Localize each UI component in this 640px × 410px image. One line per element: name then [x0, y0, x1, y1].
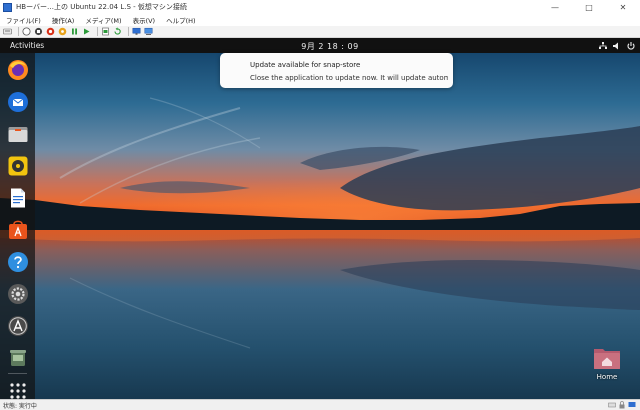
revert-button[interactable]	[113, 27, 122, 36]
checkpoint-icon	[102, 27, 109, 36]
activities-button[interactable]: Activities	[10, 41, 44, 50]
guest-screen[interactable]: Activities 9月 2 18 : 09 Update available…	[0, 38, 640, 399]
power-on-icon	[22, 27, 31, 36]
dock-item-firefox[interactable]	[6, 58, 29, 81]
shut-down-button[interactable]	[46, 27, 55, 36]
pause-button[interactable]	[70, 27, 79, 36]
dock-item-settings[interactable]	[6, 282, 29, 305]
revert-icon	[114, 27, 121, 35]
minimize-button[interactable]: —	[538, 0, 572, 14]
ubuntu-dock	[0, 53, 35, 399]
start-button[interactable]	[22, 27, 31, 36]
status-text: 状態: 実行中	[3, 403, 37, 410]
save-state-icon	[58, 27, 67, 36]
notification-title: Update available for snap-store	[250, 61, 361, 69]
dock-item-libreoffice-writer[interactable]	[6, 186, 29, 209]
keyboard-icon	[3, 28, 12, 35]
stop-icon	[34, 27, 43, 36]
show-apps-icon	[9, 382, 26, 399]
toolbar-separator	[97, 27, 98, 36]
share-monitor-icon	[144, 27, 153, 35]
host-window-title: HBーバー…上の Ubuntu 22.04 L.S - 仮想マシン接続	[16, 3, 187, 11]
libreoffice-writer-icon	[10, 188, 25, 207]
close-button[interactable]: ✕	[606, 0, 640, 14]
vm-connection-icon	[3, 2, 12, 12]
dock-item-software-updater[interactable]	[6, 314, 29, 337]
menu-view[interactable]: 表示(V)	[133, 15, 156, 25]
shutdown-icon	[46, 27, 55, 36]
status-icons	[606, 401, 636, 409]
notification-body: Close the application to update now. It …	[250, 74, 448, 82]
desktop-wallpaper[interactable]	[0, 38, 640, 399]
volume-icon[interactable]	[611, 40, 622, 51]
dock-item-help[interactable]	[6, 250, 29, 273]
maximize-button[interactable]: □	[572, 0, 606, 14]
system-tray[interactable]	[594, 40, 636, 51]
host-menubar: ファイル(F) 操作(A) メディア(M) 表示(V) ヘルプ(H)	[0, 14, 640, 26]
network-icon[interactable]	[597, 40, 608, 51]
reset-button[interactable]	[82, 27, 91, 36]
menu-media[interactable]: メディア(M)	[85, 15, 121, 25]
host-statusbar: 状態: 実行中	[0, 399, 640, 410]
monitor-icon	[132, 27, 141, 35]
ubuntu-software-icon	[8, 220, 27, 239]
play-icon	[84, 28, 90, 35]
enhanced-session-button[interactable]	[132, 27, 141, 36]
help-icon	[7, 251, 28, 272]
menu-file[interactable]: ファイル(F)	[6, 15, 41, 25]
host-titlebar: HBーバー…上の Ubuntu 22.04 L.S - 仮想マシン接続 — □ …	[0, 0, 640, 14]
desktop-home-folder[interactable]	[593, 346, 621, 370]
ctrl-alt-del-button[interactable]	[3, 27, 12, 36]
share-button[interactable]	[144, 27, 153, 36]
power-icon[interactable]	[625, 40, 636, 51]
firefox-icon	[7, 59, 28, 80]
checkpoint-button[interactable]	[101, 27, 110, 36]
toolbar-separator	[128, 27, 129, 36]
toolbar-separator	[18, 27, 19, 36]
display-status-icon	[628, 401, 636, 409]
dock-separator	[8, 373, 27, 374]
files-icon	[8, 126, 27, 142]
trash-icon	[9, 349, 26, 366]
dock-item-rhythmbox[interactable]	[6, 154, 29, 177]
settings-icon	[7, 283, 28, 304]
pause-icon	[72, 28, 77, 35]
update-notification[interactable]: Update available for snap-store Close th…	[220, 53, 453, 88]
menu-help[interactable]: ヘルプ(H)	[166, 15, 195, 25]
turn-off-button[interactable]	[34, 27, 43, 36]
home-folder-icon	[594, 349, 620, 369]
home-label: Home	[596, 373, 618, 381]
window-controls: — □ ✕	[538, 0, 640, 14]
dock-item-trash[interactable]	[6, 345, 29, 368]
software-updater-icon	[7, 315, 28, 336]
menu-action[interactable]: 操作(A)	[52, 15, 75, 25]
ubuntu-top-bar: Activities 9月 2 18 : 09	[0, 38, 640, 53]
rhythmbox-icon	[8, 156, 27, 175]
dock-item-files[interactable]	[6, 122, 29, 145]
save-button[interactable]	[58, 27, 67, 36]
host-toolbar	[0, 26, 640, 38]
thunderbird-icon	[7, 91, 28, 112]
keyboard-status-icon	[608, 401, 616, 409]
clock[interactable]: 9月 2 18 : 09	[290, 41, 370, 52]
lock-status-icon	[618, 401, 626, 409]
dock-item-ubuntu-software[interactable]	[6, 218, 29, 241]
dock-item-thunderbird[interactable]	[6, 90, 29, 113]
show-apps-button[interactable]	[6, 379, 29, 399]
